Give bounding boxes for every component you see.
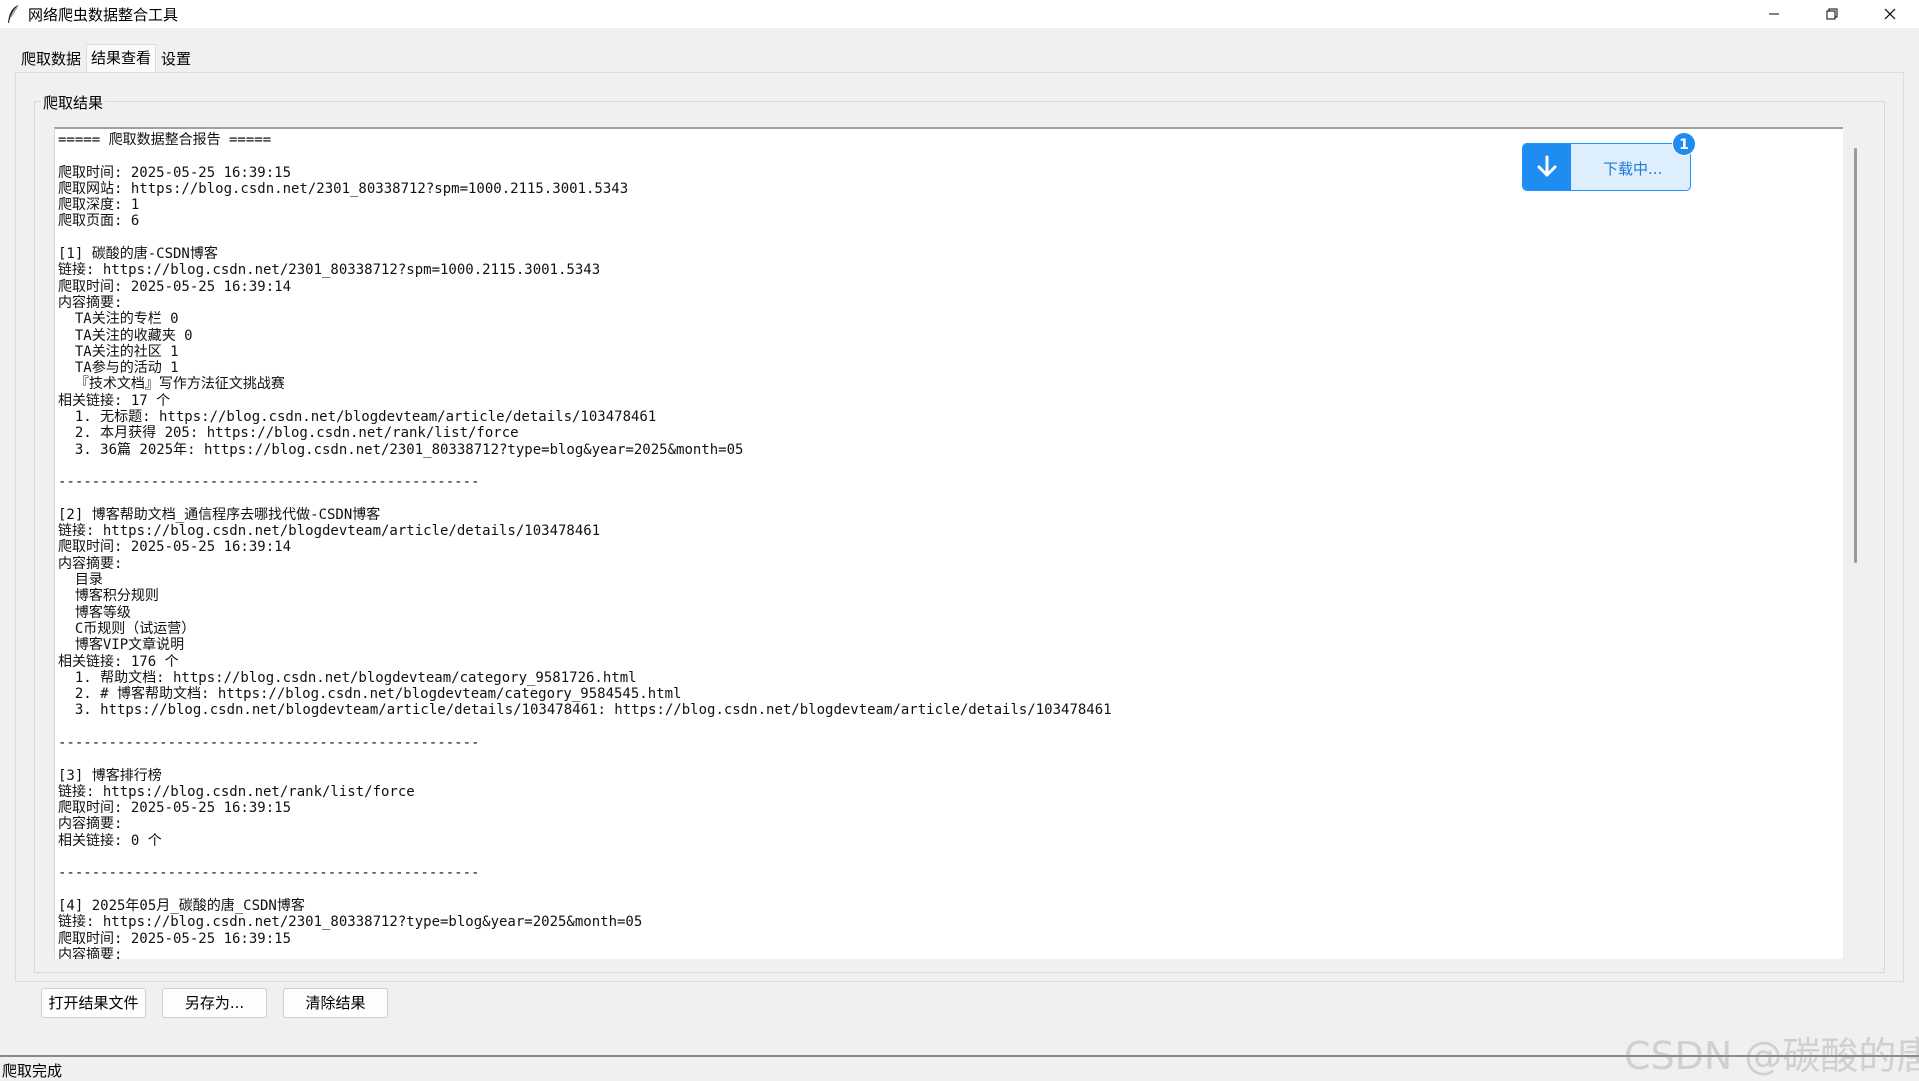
close-icon xyxy=(1884,8,1896,20)
window-title: 网络爬虫数据整合工具 xyxy=(28,5,179,24)
tab-settings[interactable]: 设置 xyxy=(156,46,196,72)
results-text: ===== 爬取数据整合报告 ===== 爬取时间: 2025-05-25 16… xyxy=(58,132,1112,959)
minimize-button[interactable] xyxy=(1745,0,1803,28)
status-text: 爬取完成 xyxy=(2,1062,63,1080)
tab-crawl-data[interactable]: 爬取数据 xyxy=(16,46,86,72)
results-text-area[interactable]: ===== 爬取数据整合报告 ===== 爬取时间: 2025-05-25 16… xyxy=(54,127,1843,959)
results-scrollbar[interactable] xyxy=(1854,148,1857,563)
close-button[interactable] xyxy=(1861,0,1919,28)
download-arrow-icon xyxy=(1537,155,1557,177)
title-bar: 网络爬虫数据整合工具 xyxy=(0,0,1919,28)
save-as-button[interactable]: 另存为... xyxy=(162,988,267,1018)
download-status-label: 下载中... xyxy=(1603,160,1663,178)
clear-results-button[interactable]: 清除结果 xyxy=(283,988,388,1018)
minimize-icon xyxy=(1769,13,1779,15)
tab-bar: 爬取数据 结果查看 设置 xyxy=(16,44,196,72)
tab-view-results[interactable]: 结果查看 xyxy=(86,44,157,72)
feather-icon xyxy=(8,4,19,23)
watermark-text: CSDN @碳酸的唐 xyxy=(1624,1034,1919,1078)
results-group-label: 爬取结果 xyxy=(41,92,106,113)
restore-icon xyxy=(1826,8,1838,20)
download-icon-box xyxy=(1523,144,1571,190)
open-result-file-button[interactable]: 打开结果文件 xyxy=(41,988,146,1018)
restore-button[interactable] xyxy=(1803,0,1861,28)
download-widget[interactable]: 下载中... xyxy=(1522,143,1691,191)
download-count-badge: 1 xyxy=(1672,132,1696,156)
